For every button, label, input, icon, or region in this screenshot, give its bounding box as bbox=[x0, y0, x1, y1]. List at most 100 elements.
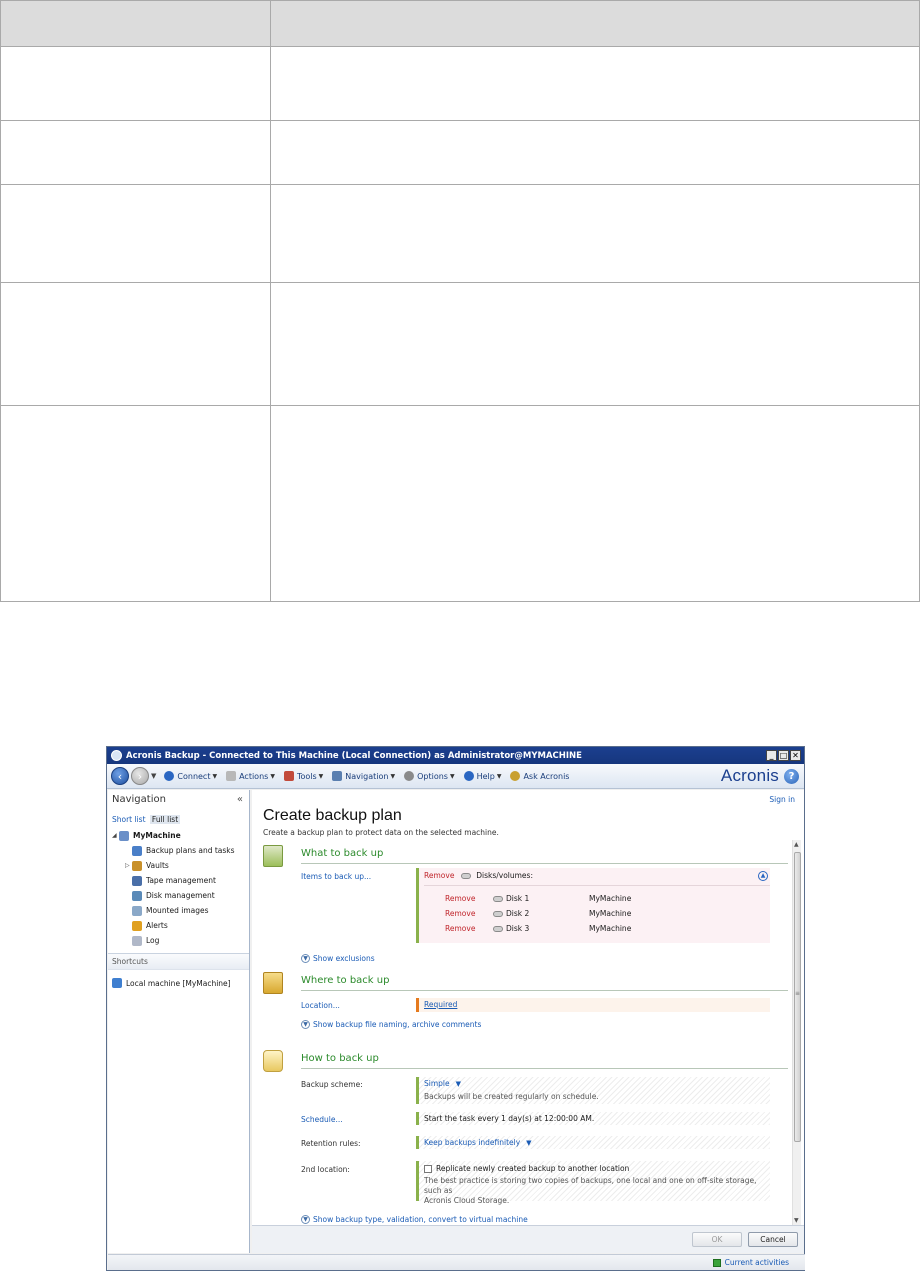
collapse-sidebar-icon[interactable]: « bbox=[237, 794, 243, 805]
menu-help[interactable]: Help ▼ bbox=[463, 771, 501, 781]
page-title: Create backup plan bbox=[263, 807, 402, 824]
minimize-button[interactable]: _ bbox=[766, 750, 777, 761]
scroll-up-icon[interactable]: ▲ bbox=[794, 841, 799, 848]
menu-actions[interactable]: Actions ▼ bbox=[226, 771, 275, 781]
retention-box: Keep backups indefinitely ▼ bbox=[416, 1136, 770, 1149]
tree-item-mounted-images[interactable]: Mounted images bbox=[108, 903, 249, 918]
cancel-button[interactable]: Cancel bbox=[748, 1232, 798, 1247]
help-circle-icon[interactable]: ? bbox=[784, 768, 799, 784]
tab-full-list[interactable]: Full list bbox=[149, 815, 181, 824]
app-logo-icon bbox=[111, 750, 122, 761]
monitor-icon bbox=[112, 978, 122, 988]
expand-down-icon: ▼ bbox=[301, 1020, 310, 1029]
connect-icon bbox=[164, 771, 175, 781]
vaults-icon bbox=[132, 860, 142, 871]
remove-disk-3-link[interactable]: Remove bbox=[445, 924, 493, 933]
section-where-to-back-up: Where to back up Location... Required ▼ … bbox=[263, 972, 788, 1047]
expand-down-icon: ▼ bbox=[301, 954, 310, 963]
menu-options[interactable]: Options ▼ bbox=[404, 771, 455, 781]
second-location-box: Replicate newly created backup to anothe… bbox=[416, 1161, 770, 1205]
replicate-checkbox[interactable] bbox=[424, 1165, 432, 1173]
expanded-arrow-icon[interactable]: ◢ bbox=[112, 832, 119, 839]
items-box: Remove Disks/volumes: ▲ Remove Disk 1 My… bbox=[416, 868, 770, 943]
backup-scheme-dropdown[interactable]: Simple bbox=[424, 1079, 450, 1088]
table-cell bbox=[0, 405, 271, 602]
table-cell bbox=[270, 405, 920, 602]
table-cell bbox=[270, 46, 920, 121]
remove-all-link[interactable]: Remove bbox=[424, 871, 454, 880]
dialog-button-bar: OK Cancel bbox=[252, 1225, 804, 1253]
tree-item-mymachine[interactable]: ◢ MyMachine bbox=[108, 828, 249, 843]
folder-icon bbox=[263, 972, 283, 994]
vertical-scrollbar[interactable]: ▲ ≡ ▼ bbox=[792, 840, 801, 1225]
actions-icon bbox=[226, 771, 237, 781]
location-required-link[interactable]: Required bbox=[424, 1000, 457, 1009]
remove-disk-1-link[interactable]: Remove bbox=[445, 894, 493, 903]
navigation-sidebar: Navigation « Short list Full list ◢ MyMa… bbox=[108, 790, 250, 1253]
menu-ask-acronis[interactable]: Ask Acronis bbox=[510, 771, 569, 781]
shortcuts-title: Shortcuts bbox=[108, 954, 249, 970]
table-header-cell bbox=[0, 0, 271, 47]
table-cell bbox=[0, 120, 271, 185]
activity-icon bbox=[712, 1258, 721, 1267]
alerts-icon bbox=[132, 920, 142, 931]
menu-tools[interactable]: Tools ▼ bbox=[283, 771, 323, 781]
tree-item-tape-management[interactable]: Tape management bbox=[108, 873, 249, 888]
sign-in-link[interactable]: Sign in bbox=[769, 795, 795, 804]
navigation-tree: ◢ MyMachine Backup plans and tasks ▷ Vau… bbox=[108, 828, 249, 948]
how-to-back-up-icon bbox=[263, 1050, 283, 1072]
sidebar-title: Navigation bbox=[112, 793, 166, 805]
table-cell bbox=[270, 184, 920, 283]
close-button[interactable]: ✕ bbox=[790, 750, 801, 761]
history-dropdown-icon[interactable]: ▼ bbox=[151, 772, 156, 780]
tree-item-log[interactable]: Log bbox=[108, 933, 249, 948]
acronis-brand-logo: Acronis bbox=[720, 766, 779, 785]
ok-button[interactable]: OK bbox=[692, 1232, 742, 1247]
disk-row: Remove Disk 1 MyMachine bbox=[445, 894, 632, 903]
scroll-down-icon[interactable]: ▼ bbox=[794, 1217, 799, 1224]
collapse-up-icon[interactable]: ▲ bbox=[758, 871, 768, 881]
navigation-icon bbox=[332, 771, 343, 781]
location-link[interactable]: Location... bbox=[301, 1001, 340, 1010]
current-activities-link[interactable]: Current activities bbox=[712, 1258, 789, 1267]
backup-scheme-label: Backup scheme: bbox=[301, 1080, 363, 1089]
table-header-cell bbox=[270, 0, 920, 47]
second-location-hint: The best practice is storing two copies … bbox=[424, 1176, 757, 1195]
tree-item-disk-management[interactable]: Disk management bbox=[108, 888, 249, 903]
scroll-thumb[interactable] bbox=[794, 852, 801, 1142]
page-subtitle: Create a backup plan to protect data on … bbox=[263, 828, 499, 837]
section-title: Where to back up bbox=[301, 975, 390, 986]
collapsed-arrow-icon[interactable]: ▷ bbox=[125, 862, 132, 869]
expand-down-icon: ▼ bbox=[301, 1215, 310, 1224]
what-to-back-up-icon bbox=[263, 845, 283, 867]
show-backup-type-link[interactable]: ▼ Show backup type, validation, convert … bbox=[301, 1215, 528, 1224]
remove-disk-2-link[interactable]: Remove bbox=[445, 909, 493, 918]
dropdown-arrow-icon[interactable]: ▼ bbox=[526, 1139, 531, 1147]
show-exclusions-link[interactable]: ▼ Show exclusions bbox=[301, 954, 375, 963]
retention-dropdown[interactable]: Keep backups indefinitely bbox=[424, 1138, 520, 1147]
items-to-back-up-link[interactable]: Items to back up... bbox=[301, 872, 371, 881]
dropdown-arrow-icon[interactable]: ▼ bbox=[456, 1080, 461, 1088]
tools-icon bbox=[283, 771, 294, 781]
menu-navigation[interactable]: Navigation ▼ bbox=[332, 771, 395, 781]
disk-row: Remove Disk 3 MyMachine bbox=[445, 924, 632, 933]
menu-connect[interactable]: Connect ▼ bbox=[164, 771, 217, 781]
maximize-button[interactable]: □ bbox=[778, 750, 789, 761]
backup-plans-icon bbox=[132, 845, 142, 856]
tree-item-alerts[interactable]: Alerts bbox=[108, 918, 249, 933]
help-icon bbox=[463, 771, 474, 781]
schedule-link[interactable]: Schedule... bbox=[301, 1115, 343, 1124]
forward-button[interactable]: › bbox=[131, 767, 149, 785]
tree-item-backup-plans[interactable]: Backup plans and tasks bbox=[108, 843, 249, 858]
section-title: What to back up bbox=[301, 848, 384, 859]
shortcut-local-machine[interactable]: Local machine [MyMachine] bbox=[108, 978, 249, 988]
table-cell bbox=[270, 120, 920, 185]
section-title: How to back up bbox=[301, 1053, 379, 1064]
tree-item-vaults[interactable]: ▷ Vaults bbox=[108, 858, 249, 873]
disk-icon bbox=[493, 895, 503, 902]
back-button[interactable]: ‹ bbox=[111, 767, 129, 785]
show-naming-link[interactable]: ▼ Show backup file naming, archive comme… bbox=[301, 1020, 481, 1029]
replicate-option[interactable]: Replicate newly created backup to anothe… bbox=[424, 1162, 770, 1175]
second-location-label: 2nd location: bbox=[301, 1165, 350, 1174]
tab-short-list[interactable]: Short list bbox=[112, 815, 146, 824]
